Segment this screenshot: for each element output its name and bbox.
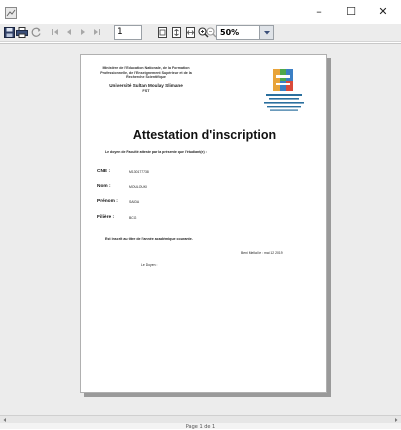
close-icon: ✕ (378, 4, 388, 18)
horizontal-scrollbar[interactable] (0, 415, 401, 423)
page-number-input[interactable]: 1 (114, 25, 142, 40)
last-name-value: MOULOUKI (129, 185, 148, 189)
chevron-down-icon[interactable] (259, 26, 273, 39)
print-icon[interactable] (16, 26, 28, 38)
page-count-label: Page 1 de 1 (185, 424, 216, 430)
first-name-value: SAIDA (129, 200, 140, 204)
maximize-icon: ☐ (346, 4, 356, 18)
intro-text: Le doyen de Faculté atteste par la prése… (105, 150, 207, 154)
document-page: Ministère de l'Education Nationale, de l… (80, 54, 327, 393)
first-page-icon[interactable] (49, 26, 61, 38)
close-button[interactable]: ✕ (367, 0, 399, 22)
zoom-select[interactable]: 50% (216, 25, 274, 40)
university-logo (261, 67, 307, 113)
toolbar: 1 50% (0, 24, 401, 42)
program-value: BCG (129, 216, 137, 220)
fit-page-icon[interactable] (170, 26, 182, 38)
university-name: Université Sultan Moulay Slimane (109, 83, 183, 88)
place-and-date: Beni Mellal le : mai 12 2019 (241, 251, 283, 255)
cne-value: M130177738 (129, 170, 149, 174)
status-bar: Page 1 de 1 (0, 423, 401, 430)
minimize-button[interactable]: – (303, 0, 335, 22)
maximize-button[interactable]: ☐ (335, 0, 367, 22)
document-title: Attestation d'inscription (132, 128, 277, 142)
signature-label: Le Doyen : (141, 263, 158, 267)
save-icon[interactable] (3, 26, 15, 38)
previous-page-icon[interactable] (63, 26, 75, 38)
title-bar: – ☐ ✕ (0, 0, 401, 22)
reload-icon[interactable] (30, 26, 42, 38)
minimize-icon: – (316, 4, 322, 18)
last-page-icon[interactable] (91, 26, 103, 38)
ministry-header: Ministère de l'Education Nationale, de l… (100, 66, 192, 80)
document-viewer: Ministère de l'Education Nationale, de l… (0, 43, 401, 415)
report-viewer-window: – ☐ ✕ 1 50% Ministère de l'Education Nat… (0, 0, 401, 430)
enrollment-statement: Est inscrit au titre de l'année académiq… (105, 237, 193, 241)
faculty-name: FST (142, 89, 150, 93)
app-icon (5, 4, 17, 19)
actual-size-icon[interactable] (156, 26, 168, 38)
next-page-icon[interactable] (77, 26, 89, 38)
fit-width-icon[interactable] (184, 26, 196, 38)
zoom-value: 50% (220, 28, 240, 37)
program-label: Filière : (97, 215, 115, 220)
cne-label: CNE : (97, 169, 111, 174)
last-name-label: Nom : (97, 184, 111, 189)
first-name-label: Prénom : (97, 199, 118, 204)
